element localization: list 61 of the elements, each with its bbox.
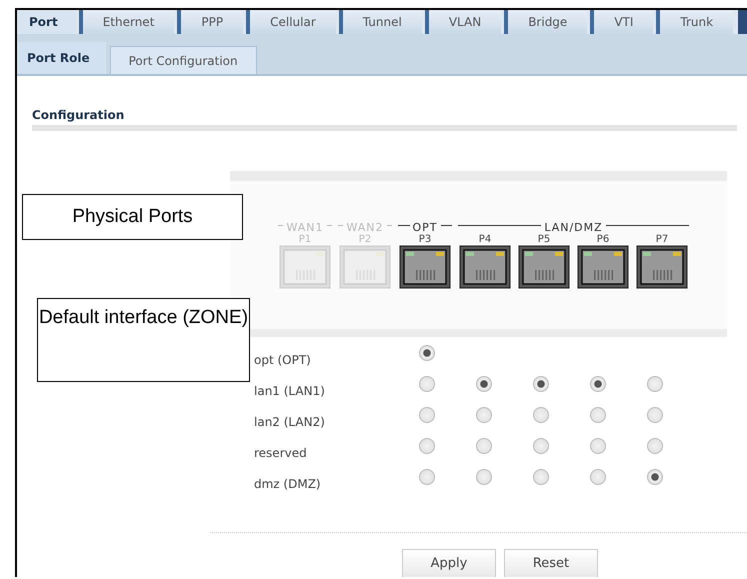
radio-button[interactable] (532, 469, 548, 485)
radio-button[interactable] (646, 438, 662, 454)
tab[interactable]: Ethernet (78, 10, 174, 34)
interface-label: dmz (DMZ) (254, 476, 322, 491)
port-label: P3 (418, 234, 432, 245)
port-group-label: WAN2 (346, 221, 384, 234)
radio-button[interactable] (476, 376, 492, 392)
radio-button[interactable] (418, 376, 434, 392)
ethernet-port-icon (636, 245, 688, 289)
tab[interactable]: Cellular (246, 10, 336, 34)
port-group-label: LAN/DMZ (544, 221, 603, 234)
port-label: P7 (656, 234, 668, 245)
tab[interactable]: PPP (177, 10, 244, 34)
tab[interactable]: Tunnel (338, 10, 422, 34)
port-label: P4 (478, 234, 492, 245)
tab[interactable]: VTI (590, 10, 654, 34)
interface-label: opt (OPT) (254, 352, 312, 367)
ethernet-port-icon (518, 245, 570, 289)
radio-button[interactable] (532, 376, 548, 392)
interface-label: lan1 (LAN1) (254, 383, 326, 398)
ethernet-port-icon (339, 245, 391, 289)
tab[interactable]: Bridge (504, 10, 588, 34)
port-group-label: OPT (412, 221, 438, 234)
port-label: P2 (358, 234, 372, 245)
radio-button[interactable] (590, 438, 606, 454)
radio-button[interactable] (590, 376, 606, 392)
radio-button[interactable] (590, 407, 606, 423)
radio-button[interactable] (418, 469, 434, 485)
radio-button[interactable] (418, 407, 434, 423)
section-title: Configuration (32, 108, 124, 122)
radio-button[interactable] (646, 376, 662, 392)
radio-button[interactable] (418, 438, 434, 454)
action-button[interactable]: Apply (402, 549, 496, 577)
radio-button[interactable] (590, 469, 606, 485)
radio-button[interactable] (476, 407, 492, 423)
callout-label: Physical Ports (22, 194, 243, 240)
interface-label: reserved (254, 445, 308, 460)
radio-button[interactable] (476, 438, 492, 454)
subtab[interactable]: Port Role (17, 42, 106, 74)
port-label: P5 (538, 234, 550, 245)
ethernet-port-icon (459, 245, 511, 289)
ethernet-port-icon (577, 245, 629, 289)
tab-bar-end (738, 10, 747, 34)
tab[interactable]: Trunk (656, 10, 734, 34)
tab[interactable]: VLAN (424, 10, 502, 34)
port-label: P6 (596, 234, 610, 245)
radio-button[interactable] (476, 469, 492, 485)
ethernet-port-icon (279, 245, 331, 289)
callout-label: Default interface (ZONE) (37, 298, 250, 382)
ethernet-port-icon (399, 245, 451, 289)
action-button[interactable]: Reset (504, 549, 598, 577)
port-label: P1 (298, 234, 312, 245)
radio-button[interactable] (646, 407, 662, 423)
subtab[interactable]: Port Configuration (110, 46, 257, 74)
radio-button[interactable] (532, 407, 548, 423)
radio-button[interactable] (646, 469, 662, 485)
port-group-label: WAN1 (286, 221, 324, 234)
interface-label: lan2 (LAN2) (254, 414, 326, 429)
tab[interactable]: Port (17, 10, 76, 34)
radio-button[interactable] (418, 345, 434, 361)
radio-button[interactable] (532, 438, 548, 454)
